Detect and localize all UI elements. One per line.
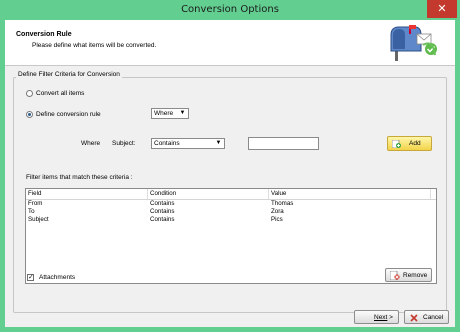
criteria-value-input[interactable] bbox=[248, 137, 319, 150]
header-title: Conversion Rule bbox=[16, 31, 72, 38]
table-row[interactable]: To Contains Zora bbox=[26, 208, 436, 216]
table-row[interactable]: From Contains Thomas bbox=[26, 200, 436, 208]
add-button-label: Add bbox=[409, 140, 421, 147]
convert-all-radio[interactable] bbox=[26, 90, 33, 97]
column-header-condition[interactable]: Condition bbox=[148, 189, 269, 199]
add-button[interactable]: Add bbox=[387, 136, 432, 151]
dropdown-arrow-icon: ▼ bbox=[179, 110, 186, 116]
cell-field: From bbox=[28, 200, 43, 207]
attachments-checkbox[interactable] bbox=[27, 273, 34, 281]
dropdown-arrow-icon: ▼ bbox=[215, 140, 222, 146]
remove-button-label: Remove bbox=[403, 272, 428, 279]
cell-condition: Contains bbox=[150, 200, 175, 207]
where-select-value: Where bbox=[154, 110, 174, 117]
next-button-label: Next bbox=[374, 314, 388, 321]
define-rule-label[interactable]: Define conversion rule bbox=[36, 111, 101, 118]
cancel-icon bbox=[410, 314, 418, 322]
header-panel: Conversion Rule Please define what items… bbox=[5, 20, 455, 66]
close-button[interactable]: ✕ bbox=[427, 0, 457, 18]
mailbox-icon bbox=[390, 25, 437, 61]
table-row[interactable]: Subject Contains Pics bbox=[26, 216, 436, 224]
dialog-body: Conversion Rule Please define what items… bbox=[5, 20, 455, 327]
cell-value: Thomas bbox=[271, 200, 294, 207]
condition-select[interactable]: Contains ▼ bbox=[151, 138, 225, 149]
convert-all-label[interactable]: Convert all items bbox=[36, 90, 84, 97]
where-select[interactable]: Where ▼ bbox=[151, 108, 189, 119]
cell-field: Subject bbox=[28, 216, 49, 223]
condition-select-value: Contains bbox=[154, 140, 180, 147]
define-rule-radio[interactable] bbox=[26, 111, 33, 118]
close-icon: ✕ bbox=[437, 2, 447, 15]
cell-value: Zora bbox=[271, 208, 284, 215]
add-icon bbox=[392, 140, 401, 148]
next-button-text: Next > bbox=[374, 314, 393, 321]
filter-list-header: Field Condition Value bbox=[26, 189, 436, 200]
column-header-field[interactable]: Field bbox=[26, 189, 148, 199]
attachments-label[interactable]: Attachments bbox=[39, 274, 75, 281]
cell-condition: Contains bbox=[150, 216, 175, 223]
cancel-button[interactable]: Cancel bbox=[404, 310, 449, 324]
window-title: Conversion Options bbox=[181, 4, 279, 15]
next-button-arrow: > bbox=[387, 314, 393, 321]
filter-list-caption: Filter items that match these criteria : bbox=[26, 174, 133, 181]
remove-icon bbox=[390, 271, 400, 280]
remove-button[interactable]: Remove bbox=[385, 268, 432, 282]
column-header-value[interactable]: Value bbox=[269, 189, 431, 199]
filter-list[interactable]: Field Condition Value From Contains Thom… bbox=[25, 188, 437, 284]
cell-field: To bbox=[28, 208, 35, 215]
subject-label: Subject: bbox=[112, 140, 136, 147]
next-button[interactable]: Next > bbox=[354, 310, 399, 324]
cell-condition: Contains bbox=[150, 208, 175, 215]
header-subtitle: Please define what items will be convert… bbox=[32, 42, 157, 49]
cancel-button-label: Cancel bbox=[423, 314, 444, 321]
cell-value: Pics bbox=[271, 216, 283, 223]
where-label: Where bbox=[81, 140, 101, 147]
filter-criteria-legend: Define Filter Criteria for Conversion bbox=[16, 71, 122, 78]
